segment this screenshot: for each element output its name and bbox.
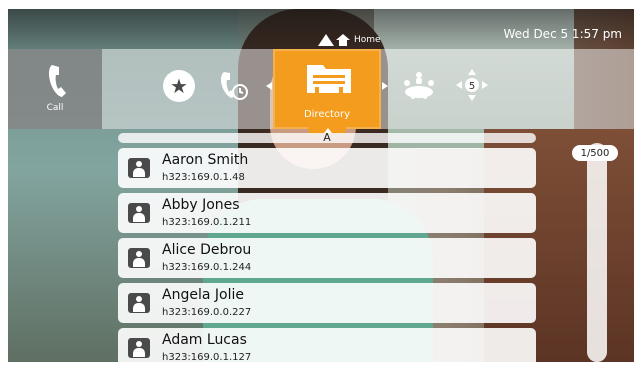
conference-icon[interactable] [402,70,436,100]
call-label: Call [46,103,64,113]
contact-person-icon [128,293,150,313]
up-arrow-icon [318,34,334,46]
contact-address: h323:169.0.1.48 [162,172,245,183]
favorites-star-icon[interactable]: ★ [163,70,195,102]
contact-person-icon [128,248,150,268]
call-button[interactable]: Call [8,49,102,129]
contact-name: Adam Lucas [162,332,247,348]
contact-name: Alice Debrou [162,242,252,258]
directory-entry[interactable]: Alice Debrou h323:169.0.1.244 [118,238,536,278]
directory-label: Directory [303,109,351,120]
contact-address: h323:169.0.1.244 [162,262,252,273]
dpad-center-number: 5 [469,81,475,92]
directory-button[interactable]: Directory [273,49,381,129]
list-position-badge: 1/500 [572,145,618,161]
contact-person-icon [128,203,150,223]
date-time: Wed Dec 5 1:57 pm [503,27,622,41]
home-label: Home [354,35,381,45]
directory-entry[interactable]: Adam Lucas h323:169.0.1.127 [118,328,536,368]
directory-list: Aaron Smith h323:169.0.1.48 Abby Jones h… [118,148,536,373]
contact-person-icon [128,158,150,178]
dpad-5-icon[interactable]: 5 [455,68,489,102]
current-letter: A [323,131,331,144]
contact-name: Angela Jolie [162,287,244,303]
phone-icon [48,65,66,97]
contact-address: h323:169.0.1.127 [162,352,252,363]
directory-entry[interactable]: Aaron Smith h323:169.0.1.48 [118,148,536,188]
nav-right-arrow-icon[interactable] [382,82,388,90]
contact-name: Aaron Smith [162,152,249,168]
nav-left-arrow-icon[interactable] [266,82,272,90]
contact-name: Abby Jones [162,197,240,213]
alphabet-bar[interactable]: A [118,131,536,144]
scrollbar[interactable] [587,143,607,362]
contact-address: h323:169.0.0.227 [162,307,252,318]
recent-calls-icon[interactable] [218,70,250,102]
home-icon [336,34,350,46]
directory-folder-icon [307,65,351,93]
directory-entry[interactable]: Angela Jolie h323:169.0.0.227 [118,283,536,323]
contact-address: h323:169.0.1.211 [162,217,252,228]
contact-person-icon [128,338,150,358]
home-button[interactable]: Home [318,34,381,46]
directory-entry[interactable]: Abby Jones h323:169.0.1.211 [118,193,536,233]
